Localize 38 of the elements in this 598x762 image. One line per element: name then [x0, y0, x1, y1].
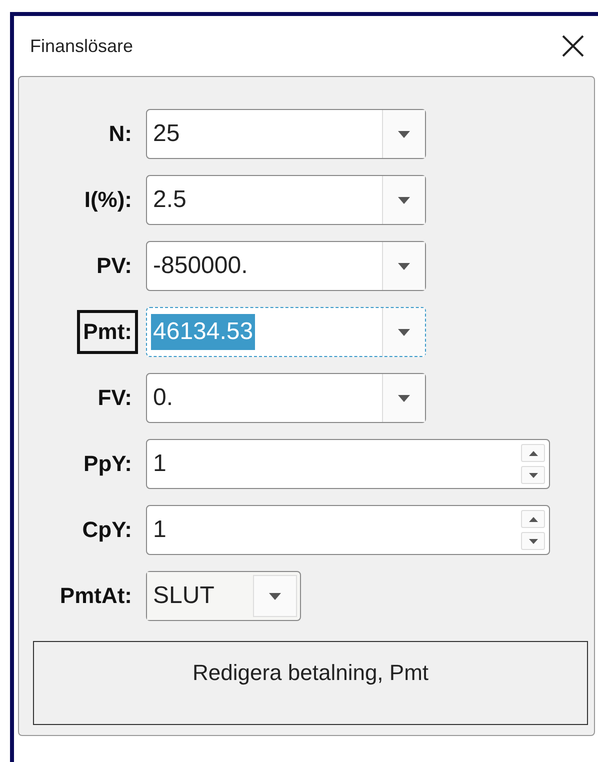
dropdown-button[interactable]: [382, 308, 425, 356]
spin-down-button[interactable]: [521, 532, 545, 550]
caret-icon: [398, 130, 410, 138]
field-label: Pmt:: [77, 310, 138, 354]
dropdown-button[interactable]: [382, 242, 425, 290]
dropdown-button[interactable]: [382, 110, 425, 158]
dropdown-button[interactable]: [253, 575, 297, 617]
field-label: FV:: [96, 384, 133, 412]
window-title: Finanslösare: [30, 36, 134, 56]
up-arrow-icon: [528, 516, 538, 522]
caret-icon: [269, 592, 281, 600]
field-label: I(%):: [83, 186, 133, 214]
close-icon[interactable]: [562, 35, 584, 57]
combo-box[interactable]: 0.: [146, 373, 426, 423]
caret-icon: [398, 196, 410, 204]
down-arrow-icon: [528, 472, 538, 478]
status-message: Redigera betalning, Pmt: [33, 641, 588, 725]
spin-up-button[interactable]: [521, 444, 545, 462]
combo-box[interactable]: 25: [146, 109, 426, 159]
caret-icon: [398, 328, 410, 336]
field-label: PV:: [96, 252, 133, 280]
up-arrow-icon: [528, 450, 538, 456]
field-label: PmtAt:: [58, 582, 133, 610]
dropdown[interactable]: SLUT: [146, 571, 301, 621]
spin-down-button[interactable]: [521, 466, 545, 484]
spin-box[interactable]: 1: [146, 439, 550, 489]
field-label: PpY:: [82, 450, 133, 478]
dropdown-button[interactable]: [382, 176, 425, 224]
down-arrow-icon: [528, 538, 538, 544]
caret-icon: [398, 394, 410, 402]
caret-icon: [398, 262, 410, 270]
spin-box[interactable]: 1: [146, 505, 550, 555]
combo-box[interactable]: 2.5: [146, 175, 426, 225]
field-label: N:: [108, 120, 133, 148]
dropdown-button[interactable]: [382, 374, 425, 422]
spin-up-button[interactable]: [521, 510, 545, 528]
combo-box[interactable]: -850000.: [146, 241, 426, 291]
field-label: CpY:: [81, 516, 133, 544]
